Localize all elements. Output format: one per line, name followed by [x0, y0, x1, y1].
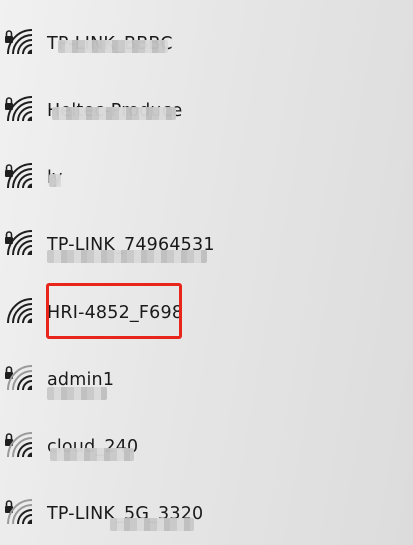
privacy-blur-mask [50, 448, 134, 461]
privacy-blur-mask [47, 387, 107, 400]
wifi-network-item[interactable]: cloud_240 [0, 421, 413, 477]
wifi-signal-icon [2, 91, 34, 127]
wifi-network-item-selected[interactable]: HRI-4852_F698 [0, 287, 413, 343]
network-ssid: HRI-4852_F698 [47, 303, 184, 323]
wifi-network-item[interactable]: TP-LINK_74964531 [0, 219, 413, 275]
wifi-network-item[interactable]: TP-LINK_BBBC [0, 18, 413, 74]
wifi-signal-icon [2, 24, 34, 60]
privacy-blur-mask [47, 250, 207, 263]
wifi-network-item[interactable]: TP-LINK_5G_3320 [0, 488, 413, 544]
wifi-network-item[interactable]: Heltec-Produce [0, 85, 413, 141]
wifi-signal-icon [2, 360, 34, 396]
privacy-blur-mask [58, 40, 168, 53]
privacy-blur-mask [52, 107, 176, 120]
wifi-network-item[interactable]: ly [0, 152, 413, 208]
wifi-signal-icon [2, 427, 34, 463]
wifi-network-item[interactable]: admin1 [0, 354, 413, 410]
wifi-signal-icon [2, 293, 34, 329]
wifi-signal-icon [2, 494, 34, 530]
privacy-blur-mask [110, 518, 194, 531]
wifi-network-list: TP-LINK_BBBC Heltec-Produce [0, 0, 413, 545]
wifi-signal-icon [2, 225, 34, 261]
wifi-signal-icon [2, 158, 34, 194]
privacy-blur-mask [49, 174, 61, 187]
